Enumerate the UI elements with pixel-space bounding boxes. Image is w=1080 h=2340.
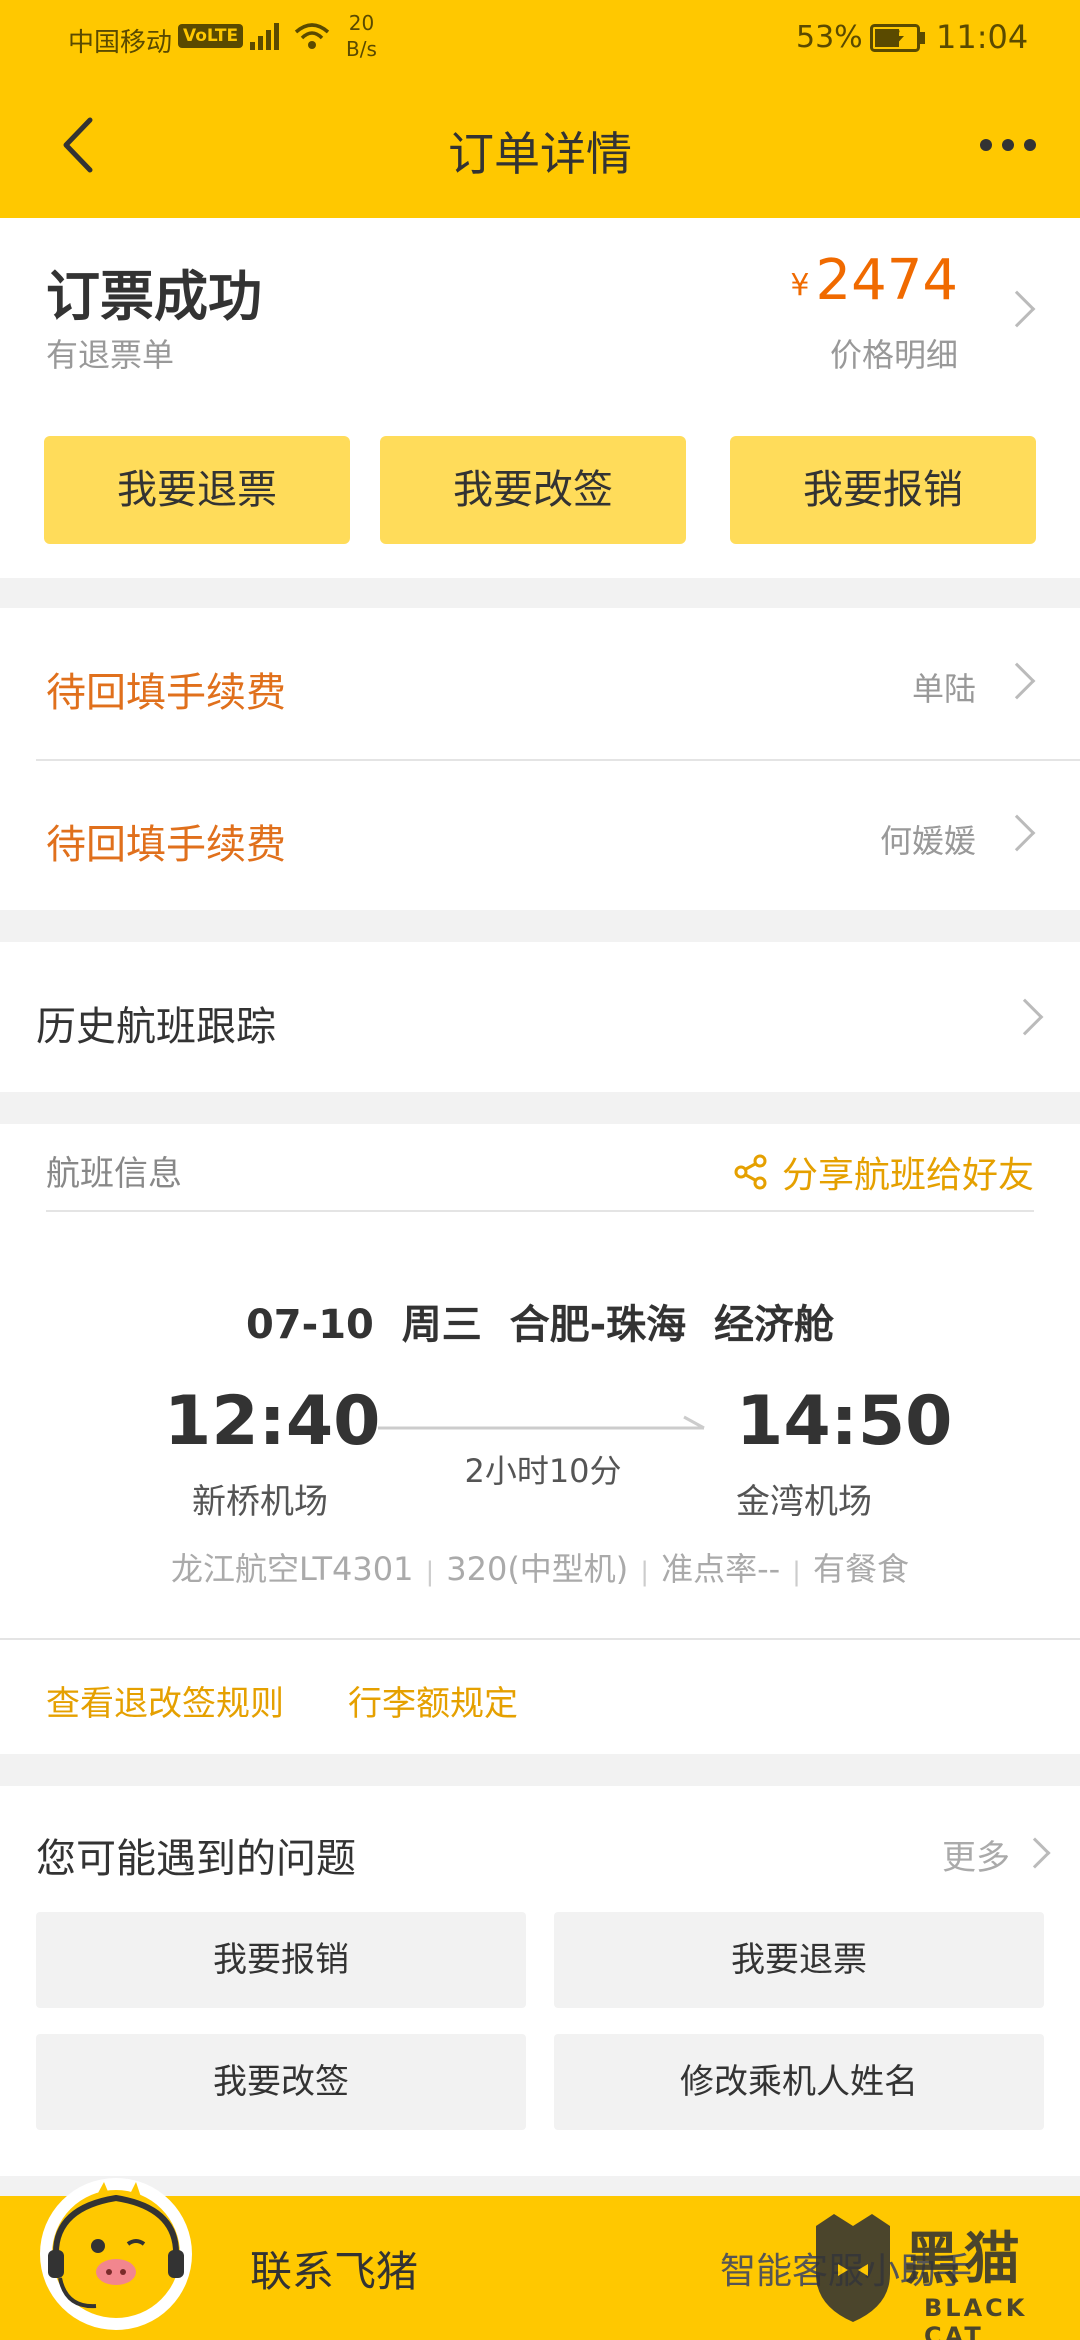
watermark-subtext: BLACK CAT	[924, 2294, 1028, 2340]
faq-rename-button[interactable]: 修改乘机人姓名	[554, 2034, 1044, 2130]
divider	[0, 1638, 1080, 1640]
fee-row[interactable]: 待回填手续费 何媛媛	[0, 760, 1080, 910]
status-bar: 中国移动 VoLTE 20 B/s 53% 11:04	[0, 0, 1080, 78]
network-speed-value: 20	[348, 11, 375, 35]
currency-symbol: ¥	[790, 268, 810, 303]
pending-fee-card: 待回填手续费 单陆 待回填手续费 何媛媛	[0, 608, 1080, 910]
faq-card: 您可能遇到的问题 更多 我要报销 我要退票 我要改签 修改乘机人姓名	[0, 1786, 1080, 2176]
battery-charging-icon	[870, 24, 925, 52]
black-cat-watermark: 黑猫 BLACK CAT	[808, 2210, 1080, 2340]
meal-info: 有餐食	[812, 1550, 909, 1588]
airline-flight-number: 龙江航空LT4301	[171, 1550, 414, 1588]
faq-reimburse-button[interactable]: 我要报销	[36, 1912, 526, 2008]
order-sub-status: 有退票单	[46, 336, 175, 374]
clock: 11:04	[936, 18, 1029, 56]
watermark-text: 黑猫	[904, 2227, 1024, 2292]
flight-meta: 龙江航空LT4301 | 320(中型机) | 准点率-- | 有餐食	[0, 1544, 1080, 1590]
flight-duration: 2小时10分	[464, 1452, 622, 1490]
refund-rules-link[interactable]: 查看退改签规则	[46, 1676, 284, 1725]
order-status: 订票成功	[46, 265, 262, 328]
flight-info-card: 航班信息 分享航班给好友 07-10 周三 合肥-珠海 经济舱 12:40 2小…	[0, 1124, 1080, 1754]
page-title: 订单详情	[448, 127, 632, 181]
faq-refund-button[interactable]: 我要退票	[554, 1912, 1044, 2008]
carrier-name: 中国移动	[68, 28, 173, 58]
volte-badge: VoLTE	[178, 24, 244, 48]
aircraft-type: 320(中型机)	[446, 1550, 629, 1588]
flight-info-label: 航班信息	[46, 1154, 182, 1194]
contact-fliggy-label[interactable]: 联系飞猪	[250, 2238, 418, 2299]
price-value: 2474	[815, 248, 958, 313]
chevron-right-icon[interactable]	[998, 290, 1036, 328]
bottom-contact-bar[interactable]: 联系飞猪 智能客服小助手 黑猫 BLACK CAT	[0, 2178, 1080, 2340]
fee-row[interactable]: 待回填手续费 单陆	[0, 608, 1080, 758]
chevron-right-icon	[998, 814, 1036, 852]
order-status-card: 订票成功 有退票单 ¥2474 价格明细 我要退票 我要改签 我要报销	[0, 218, 1080, 578]
arrival-time: 14:50	[736, 1382, 953, 1461]
passenger-name: 单陆	[911, 670, 976, 708]
departure-airport: 新桥机场	[192, 1482, 328, 1522]
flight-history-row[interactable]: 历史航班跟踪	[0, 942, 1080, 1092]
battery-percentage: 53%	[796, 20, 863, 55]
separator: |	[792, 1557, 801, 1587]
signal-icon	[250, 23, 279, 50]
arrow-right-icon	[378, 1415, 705, 1430]
flight-history-label: 历史航班跟踪	[36, 1004, 276, 1050]
order-price[interactable]: ¥2474	[790, 248, 958, 313]
price-detail-link[interactable]: 价格明细	[830, 330, 958, 376]
separator: |	[425, 1557, 435, 1587]
arrival-airport: 金湾机场	[736, 1482, 872, 1522]
faq-title: 您可能遇到的问题	[36, 1836, 356, 1882]
on-time-rate: 准点率--	[661, 1550, 781, 1588]
departure-time: 12:40	[164, 1382, 381, 1461]
order-detail-screen: 中国移动 VoLTE 20 B/s 53% 11:04 订单详情 订票成功 有退…	[0, 0, 1080, 2340]
fee-label: 待回填手续费	[46, 670, 286, 716]
passenger-name: 何媛媛	[879, 822, 976, 860]
network-speed: 20 B/s	[346, 10, 377, 62]
share-flight-label: 分享航班给好友	[781, 1155, 1034, 1196]
baggage-rules-link[interactable]: 行李额规定	[348, 1676, 518, 1725]
separator: |	[640, 1557, 650, 1587]
chevron-right-icon	[998, 662, 1036, 700]
share-flight-button[interactable]: 分享航班给好友	[734, 1146, 1034, 1198]
change-ticket-button[interactable]: 我要改签	[380, 436, 686, 544]
fee-label: 待回填手续费	[46, 822, 286, 868]
more-dots-icon[interactable]	[978, 130, 1038, 160]
fliggy-mascot-avatar[interactable]	[36, 2168, 196, 2336]
flight-route: 07-10 周三 合肥-珠海 经济舱	[245, 1302, 835, 1348]
faq-more-link[interactable]: 更多	[942, 1830, 1010, 1879]
wifi-icon	[294, 23, 330, 49]
refund-button[interactable]: 我要退票	[44, 436, 350, 544]
reimburse-button[interactable]: 我要报销	[730, 436, 1036, 544]
cat-shield-icon	[816, 2214, 890, 2322]
chevron-right-icon[interactable]	[1019, 1837, 1051, 1869]
header: 中国移动 VoLTE 20 B/s 53% 11:04 订单详情	[0, 0, 1080, 218]
faq-change-button[interactable]: 我要改签	[36, 2034, 526, 2130]
network-speed-unit: B/s	[346, 37, 377, 61]
share-icon	[734, 1154, 767, 1190]
divider	[46, 1210, 1034, 1212]
chevron-right-icon	[1006, 998, 1044, 1036]
